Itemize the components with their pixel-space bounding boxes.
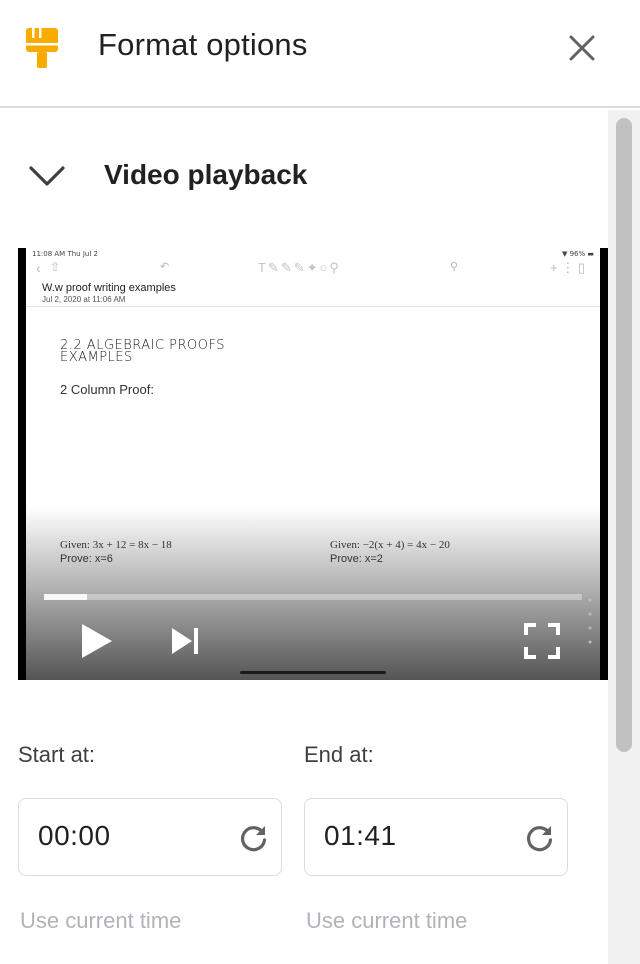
start-at-label: Start at:: [18, 742, 96, 767]
panel-content: Video playback 11:08 AM Thu Jul 2 ▼ 96% …: [0, 110, 608, 964]
refresh-icon[interactable]: [239, 823, 269, 853]
undo-icon: ↶: [160, 261, 170, 273]
prove-left: Prove: x=6: [60, 553, 113, 565]
given-left-equation: Given: 3x + 12 = 8x − 18: [60, 539, 172, 551]
prove-right: Prove: x=2: [330, 553, 383, 565]
end-time-field[interactable]: 01:41: [304, 798, 568, 876]
note-divider: [26, 306, 600, 307]
close-icon[interactable]: [564, 30, 600, 66]
fullscreen-icon[interactable]: [523, 622, 561, 660]
video-status-left: 11:08 AM Thu Jul 2: [32, 250, 98, 258]
given-right-equation: Given: −2(x + 4) = 4x − 20: [330, 539, 450, 551]
video-playback-section-toggle[interactable]: Video playback: [0, 150, 608, 202]
pin-icon: ⚲: [450, 261, 459, 273]
note-subheading: 2 Column Proof:: [60, 382, 154, 397]
note-date: Jul 2, 2020 at 11:06 AM: [42, 295, 126, 304]
video-status-right: ▼ 96% ▬: [561, 250, 594, 258]
video-frame: 11:08 AM Thu Jul 2 ▼ 96% ▬ ‹ ⇧ ↶ T✎✎✎✦○⚲…: [26, 248, 600, 680]
video-player[interactable]: 11:08 AM Thu Jul 2 ▼ 96% ▬ ‹ ⇧ ↶ T✎✎✎✦○⚲…: [18, 248, 608, 680]
refresh-icon[interactable]: [525, 823, 555, 853]
given-left: Given: 3x + 12 = 8x − 18 Prove: x=6: [60, 538, 172, 566]
panel-title: Format options: [98, 27, 308, 62]
end-time-value[interactable]: 01:41: [324, 820, 397, 852]
back-icon: ‹: [36, 260, 41, 276]
video-side-dots-icon: [588, 598, 592, 644]
start-use-current-time-link[interactable]: Use current time: [20, 908, 181, 934]
notes-toolbar: ‹ ⇧ ↶ T✎✎✎✦○⚲ ⚲ + ⋮ ▯: [26, 258, 600, 280]
video-progress-fill: [44, 594, 88, 600]
share-icon: ⇧: [50, 260, 61, 274]
paint-brush-icon: [26, 28, 58, 68]
note-title: W.w proof writing examples: [42, 282, 176, 294]
play-icon[interactable]: [80, 622, 114, 660]
section-title: Video playback: [104, 159, 308, 190]
given-right: Given: −2(x + 4) = 4x − 20 Prove: x=2: [330, 538, 450, 566]
skip-next-icon[interactable]: [170, 626, 202, 656]
ipad-home-indicator: [240, 671, 386, 674]
video-progress-bar[interactable]: [44, 594, 582, 600]
end-use-current-time-link[interactable]: Use current time: [306, 908, 467, 934]
start-time-value[interactable]: 00:00: [38, 820, 111, 852]
start-time-field[interactable]: 00:00: [18, 798, 282, 876]
drawing-tools-icon: T✎✎✎✦○⚲: [258, 260, 341, 275]
panel-header: Format options: [0, 0, 640, 108]
toolbar-more-icon: + ⋮ ▯: [550, 260, 585, 275]
chevron-down-icon: [29, 166, 65, 186]
note-heading: 2.2 ALGEBRAIC PROOFS EXAMPLES: [60, 339, 225, 365]
scrollbar-thumb[interactable]: [616, 118, 632, 752]
end-at-label: End at:: [304, 742, 374, 767]
note-heading-line2: EXAMPLES: [60, 350, 133, 365]
